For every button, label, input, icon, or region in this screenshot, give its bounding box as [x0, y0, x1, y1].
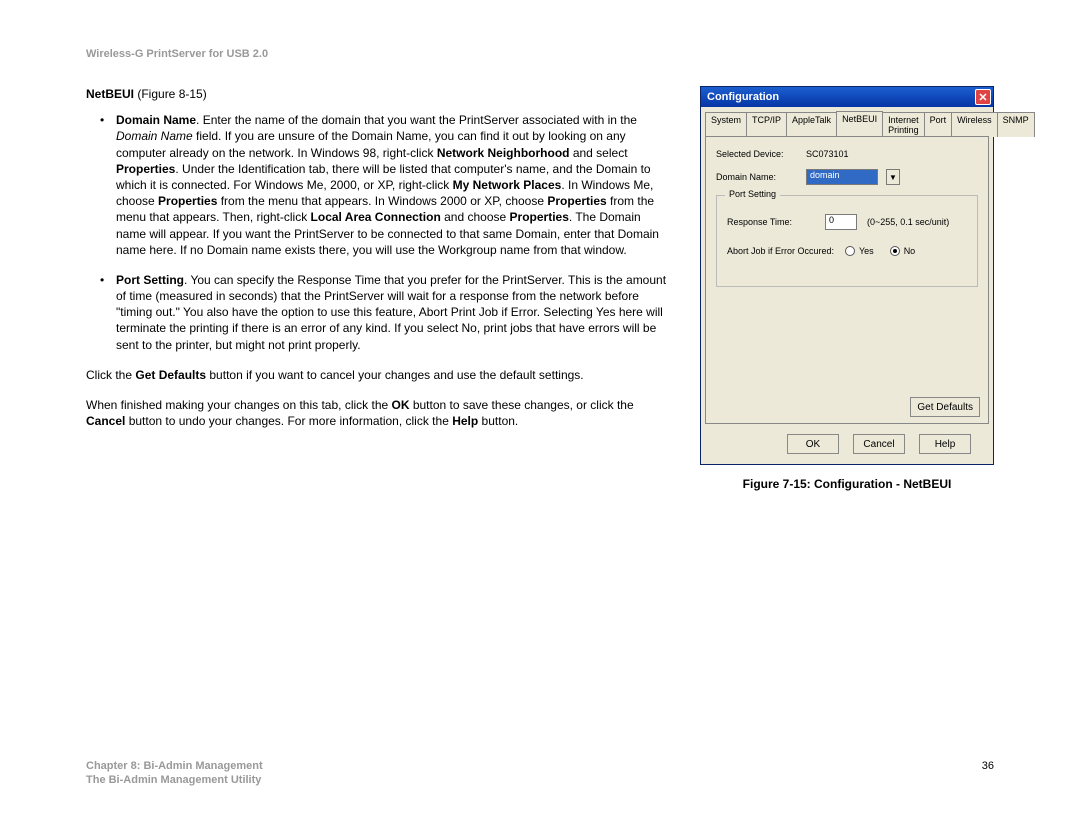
page-footer: Chapter 8: Bi-Admin Management The Bi-Ad… — [86, 760, 994, 786]
help-button[interactable]: Help — [919, 434, 971, 454]
domain-name-label: Domain Name: — [716, 172, 806, 182]
tab-wireless[interactable]: Wireless — [951, 112, 998, 137]
response-time-hint: (0~255, 0.1 sec/unit) — [867, 217, 949, 227]
fieldset-legend: Port Setting — [725, 189, 780, 199]
dialog-title: Configuration — [707, 91, 779, 103]
tab-panel-netbeui: Selected Device: SC073101 Domain Name: d… — [705, 136, 989, 424]
ok-button[interactable]: OK — [787, 434, 839, 454]
close-icon[interactable]: ✕ — [975, 89, 991, 105]
dialog-titlebar: Configuration ✕ — [701, 87, 993, 107]
doc-header: Wireless-G PrintServer for USB 2.0 — [86, 48, 994, 60]
para-get-defaults: Click the Get Defaults button if you wan… — [86, 367, 670, 383]
chevron-down-icon[interactable]: ▼ — [886, 169, 900, 185]
selected-device-label: Selected Device: — [716, 149, 806, 159]
figure-column: Configuration ✕ System TCP/IP AppleTalk … — [700, 86, 994, 491]
response-time-label: Response Time: — [727, 217, 825, 227]
section-title: NetBEUI (Figure 8-15) — [86, 86, 670, 102]
response-time-input[interactable]: 0 — [825, 214, 857, 230]
footer-chapter: Chapter 8: Bi-Admin Management — [86, 760, 263, 772]
tab-port[interactable]: Port — [924, 112, 953, 137]
cancel-button[interactable]: Cancel — [853, 434, 905, 454]
tab-internet-print[interactable]: Internet Printing — [882, 112, 925, 137]
para-ok-cancel-help: When finished making your changes on thi… — [86, 397, 670, 429]
text-column: NetBEUI (Figure 8-15) Domain Name. Enter… — [86, 86, 670, 491]
bullet-port-setting: Port Setting. You can specify the Respon… — [100, 272, 670, 353]
dialog-button-bar: OK Cancel Help — [701, 428, 993, 464]
domain-name-input[interactable]: domain — [806, 169, 878, 185]
tab-system[interactable]: System — [705, 112, 747, 137]
port-setting-fieldset: Port Setting Response Time: 0 (0~255, 0.… — [716, 195, 978, 287]
abort-label: Abort Job if Error Occured: — [727, 246, 845, 256]
figure-caption: Figure 7-15: Configuration - NetBEUI — [700, 477, 994, 491]
tab-tcpip[interactable]: TCP/IP — [746, 112, 787, 137]
selected-device-value: SC073101 — [806, 149, 849, 159]
radio-yes[interactable]: Yes — [845, 246, 874, 256]
tab-appletalk[interactable]: AppleTalk — [786, 112, 837, 137]
radio-no[interactable]: No — [890, 246, 916, 256]
bullet-domain-name: Domain Name. Enter the name of the domai… — [100, 112, 670, 258]
tab-netbeui[interactable]: NetBEUI — [836, 111, 883, 136]
config-dialog: Configuration ✕ System TCP/IP AppleTalk … — [700, 86, 994, 465]
get-defaults-button[interactable]: Get Defaults — [910, 397, 980, 417]
dialog-tabs: System TCP/IP AppleTalk NetBEUI Internet… — [705, 111, 989, 136]
page-number: 36 — [982, 760, 994, 786]
footer-sub: The Bi-Admin Management Utility — [86, 774, 263, 786]
tab-snmp[interactable]: SNMP — [997, 112, 1035, 137]
